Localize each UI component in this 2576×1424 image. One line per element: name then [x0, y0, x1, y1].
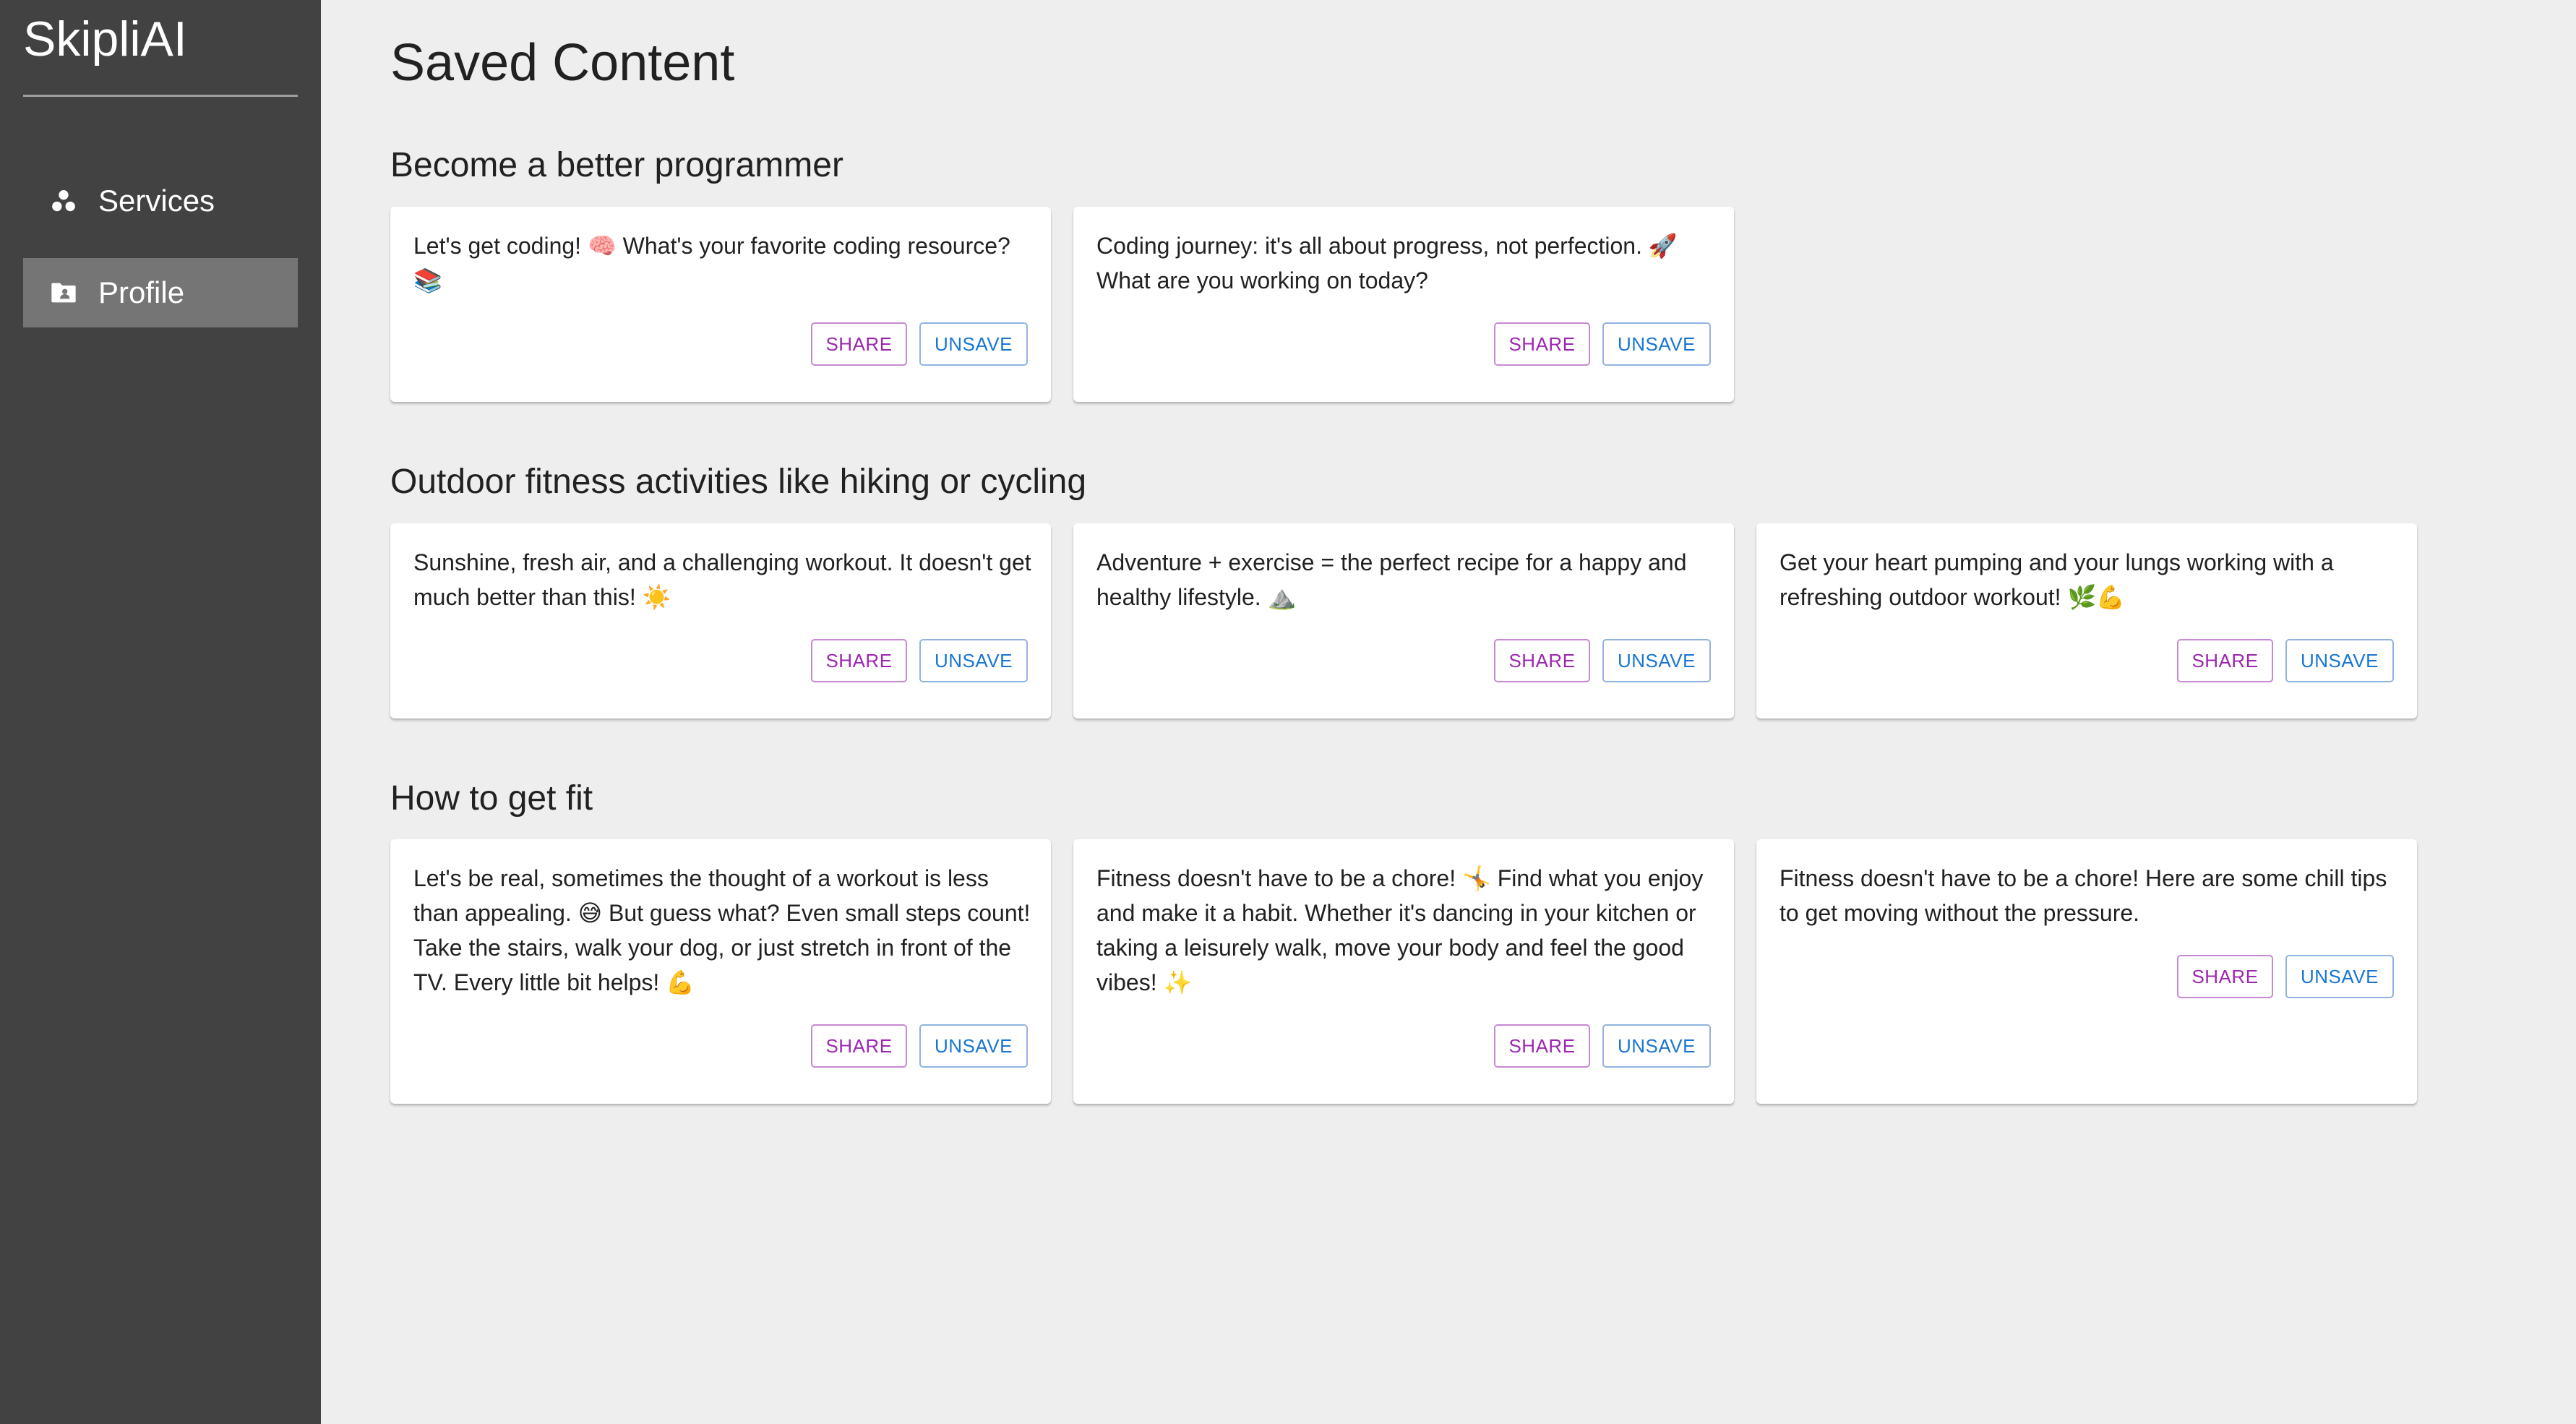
unsave-button[interactable]: UNSAVE	[1602, 639, 1711, 682]
card-text: Sunshine, fresh air, and a challenging w…	[413, 549, 1031, 610]
sidebar-item-label: Profile	[98, 275, 185, 309]
page-title: Saved Content	[390, 34, 735, 92]
sidebar-item-label: Services	[98, 184, 215, 218]
unsave-button[interactable]: UNSAVE	[2285, 639, 2394, 682]
share-button[interactable]: SHARE	[811, 322, 907, 366]
unsave-button[interactable]: UNSAVE	[919, 639, 1028, 682]
card-text: Get your heart pumping and your lungs wo…	[1779, 549, 2334, 610]
section-title: How to get fit	[390, 779, 593, 818]
card-text: Fitness doesn't have to be a chore! Here…	[1779, 865, 2387, 926]
unsave-button[interactable]: UNSAVE	[919, 1024, 1028, 1068]
card-text: Fitness doesn't have to be a chore! 🤸 Fi…	[1096, 865, 1704, 995]
share-button[interactable]: SHARE	[2177, 955, 2273, 998]
share-button[interactable]: SHARE	[811, 1024, 907, 1068]
section-title: Outdoor fitness activities like hiking o…	[390, 463, 1087, 501]
card-text: Let's get coding! 🧠 What's your favorite…	[413, 233, 1010, 293]
profile-folder-icon	[49, 278, 78, 307]
unsave-button[interactable]: UNSAVE	[1602, 322, 1711, 366]
content-card: Sunshine, fresh air, and a challenging w…	[390, 523, 1051, 719]
sidebar-item-profile[interactable]: Profile	[23, 258, 298, 327]
share-button[interactable]: SHARE	[1494, 322, 1590, 366]
sidebar: SkipliAI Services Profile	[0, 0, 321, 1424]
share-button[interactable]: SHARE	[1494, 1024, 1590, 1068]
sidebar-divider	[23, 95, 298, 97]
unsave-button[interactable]: UNSAVE	[919, 322, 1028, 366]
card-text: Adventure + exercise = the perfect recip…	[1096, 549, 1687, 610]
unsave-button[interactable]: UNSAVE	[2285, 955, 2394, 998]
sidebar-item-services[interactable]: Services	[23, 166, 298, 236]
content-card: Fitness doesn't have to be a chore! 🤸 Fi…	[1073, 839, 1734, 1104]
share-button[interactable]: SHARE	[2177, 639, 2273, 682]
content-card: Adventure + exercise = the perfect recip…	[1073, 523, 1734, 719]
card-text: Coding journey: it's all about progress,…	[1096, 233, 1678, 293]
brand-logo-text: SkipliAI	[23, 12, 187, 67]
share-button[interactable]: SHARE	[1494, 639, 1590, 682]
services-icon	[49, 186, 78, 215]
content-card: Let's get coding! 🧠 What's your favorite…	[390, 207, 1051, 402]
content-card: Get your heart pumping and your lungs wo…	[1756, 523, 2417, 719]
content-card: Let's be real, sometimes the thought of …	[390, 839, 1051, 1104]
content-card: Coding journey: it's all about progress,…	[1073, 207, 1734, 402]
section-title: Become a better programmer	[390, 146, 843, 184]
card-text: Let's be real, sometimes the thought of …	[413, 865, 1031, 995]
content-card: Fitness doesn't have to be a chore! Here…	[1756, 839, 2417, 1104]
unsave-button[interactable]: UNSAVE	[1602, 1024, 1711, 1068]
share-button[interactable]: SHARE	[811, 639, 907, 682]
